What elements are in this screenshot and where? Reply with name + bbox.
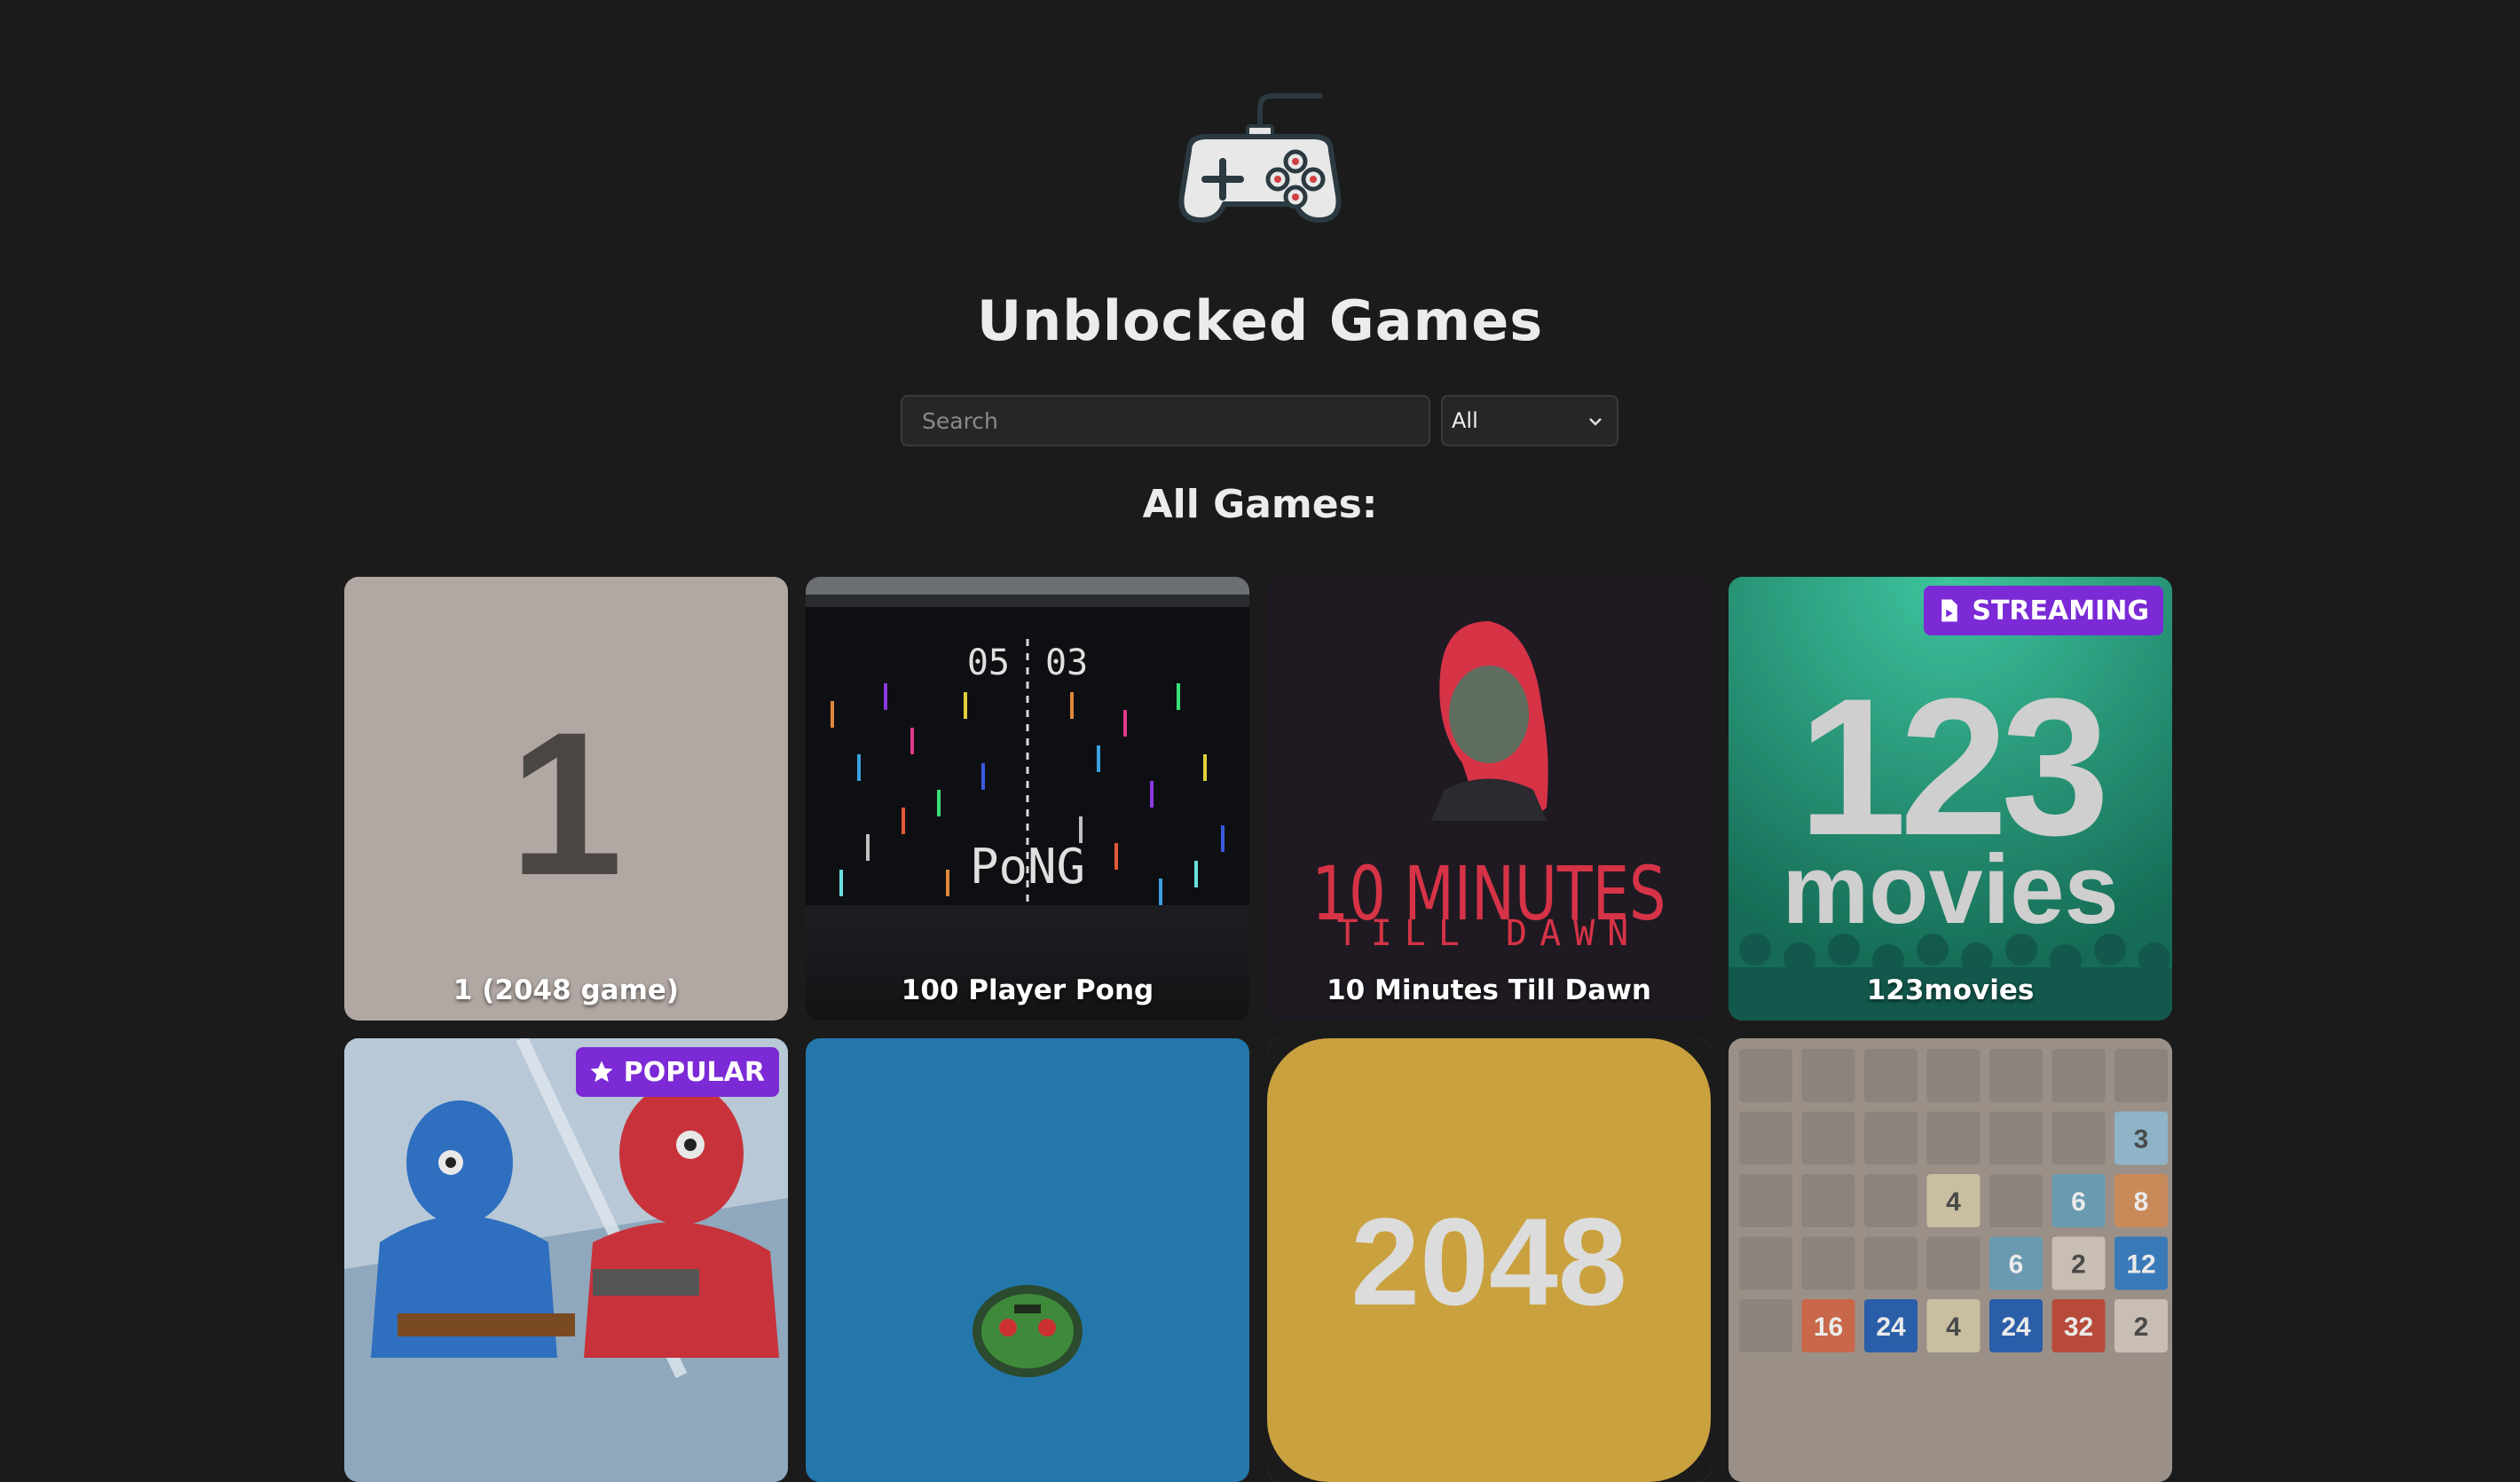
game-thumbnail — [344, 1038, 788, 1482]
search-input[interactable] — [901, 395, 1430, 446]
section-title: All Games: — [1142, 482, 1378, 527]
game-card-2048-board[interactable]: 3 4 6 8 6 2 12 16 24 4 24 32 2 — [1729, 1038, 2172, 1482]
board-empty-cell — [1926, 1236, 1981, 1290]
thumbnail-text: 2048 — [1351, 1192, 1626, 1331]
thumbnail-text: 1 — [509, 690, 623, 918]
board-empty-cell — [1989, 1111, 2043, 1165]
board-empty-cell — [1739, 1299, 1792, 1352]
board-tile-value: 12 — [2126, 1250, 2155, 1280]
board-tile-value: 3 — [2134, 1125, 2149, 1155]
thumbnail-subtext: movies — [1782, 835, 2118, 944]
board-tile-value: 4 — [1946, 1313, 1961, 1342]
board-tile-value: 2 — [2071, 1250, 2086, 1280]
board-empty-cell — [1989, 1174, 2043, 1227]
board-empty-cell — [1864, 1049, 1918, 1102]
board-tile-value: 4 — [1946, 1187, 1961, 1217]
popular-badge: POPULAR — [575, 1047, 779, 1097]
board-empty-cell — [1926, 1111, 1981, 1165]
board-empty-cell — [1989, 1049, 2043, 1102]
board-empty-cell — [1739, 1236, 1792, 1290]
board-tile-value: 6 — [2071, 1187, 2086, 1217]
board-empty-cell — [1864, 1111, 1918, 1165]
board-empty-cell — [1739, 1111, 1792, 1165]
right-score: 03 — [1045, 642, 1088, 683]
badge-label: POPULAR — [623, 1056, 765, 1088]
board-empty-cell — [1801, 1111, 1855, 1165]
board-empty-cell — [1864, 1174, 1918, 1227]
game-thumbnail: 10 MINUTES TILL DAWN — [1312, 621, 1666, 954]
board-empty-cell — [2114, 1049, 2168, 1102]
game-card-popular[interactable]: POPULAR — [344, 1038, 788, 1482]
site-title: Unblocked Games — [976, 288, 1544, 353]
board-empty-cell — [1739, 1049, 1792, 1102]
board-empty-cell — [1864, 1236, 1918, 1290]
game-title: 123movies — [1866, 974, 2035, 1006]
game-thumbnail: 123 movies — [1729, 577, 2172, 1021]
gamepad-logo-icon — [1178, 93, 1342, 224]
badge-label: STREAMING — [1972, 595, 2149, 627]
board-empty-cell — [2051, 1111, 2106, 1165]
game-card-blue[interactable] — [806, 1038, 1249, 1482]
thumbnail-subtext: TILL DAWN — [1337, 913, 1642, 954]
game-card-2048[interactable]: 2048 — [1267, 1038, 1711, 1482]
category-filter-select[interactable]: All — [1441, 395, 1618, 446]
board-tile-value: 24 — [1876, 1313, 1906, 1342]
board-empty-cell — [1801, 1049, 1855, 1102]
board-tile-value: 32 — [2064, 1313, 2093, 1342]
board-tile-value: 16 — [1814, 1313, 1843, 1342]
board-empty-cell — [1739, 1174, 1792, 1227]
chevron-down-icon — [1589, 418, 1602, 426]
game-thumbnail: 1 — [509, 690, 623, 918]
board-empty-cell — [1926, 1049, 1981, 1102]
left-score: 05 — [967, 642, 1010, 683]
game-card-123movies[interactable]: 123 movies STREAMING 123movies — [1729, 577, 2172, 1021]
game-card-10-minutes-till-dawn[interactable]: 10 MINUTES TILL DAWN 10 Minutes Till Daw… — [1267, 577, 1711, 1021]
game-card-100-player-pong[interactable]: 05 03 PoNG 100 Player Pong — [806, 577, 1249, 1021]
streaming-badge: STREAMING — [1924, 586, 2163, 635]
board-tile-value: 8 — [2134, 1187, 2149, 1217]
game-title: 10 Minutes Till Dawn — [1327, 974, 1651, 1006]
game-title: 100 Player Pong — [901, 974, 1154, 1006]
board-tile-value: 6 — [2009, 1250, 2024, 1280]
board-tile-value: 24 — [2001, 1313, 2031, 1342]
board-tile-value: 2 — [2134, 1313, 2149, 1342]
game-thumbnail: 3 4 6 8 6 2 12 16 24 4 24 32 2 — [1729, 1038, 2172, 1482]
filter-selected-value: All — [1452, 408, 1478, 433]
game-title: 1 (2048 game) — [453, 974, 680, 1006]
board-empty-cell — [1801, 1236, 1855, 1290]
game-thumbnail — [973, 1285, 1083, 1377]
star-icon — [590, 1060, 613, 1083]
game-thumbnail: 2048 — [1267, 1038, 1711, 1482]
board-empty-cell — [2051, 1049, 2106, 1102]
thumbnail-text: PoNG — [970, 839, 1085, 895]
board-empty-cell — [1801, 1174, 1855, 1227]
game-card-1-2048[interactable]: 1 1 (2048 game) — [344, 577, 788, 1021]
file-video-icon — [1941, 599, 1958, 622]
